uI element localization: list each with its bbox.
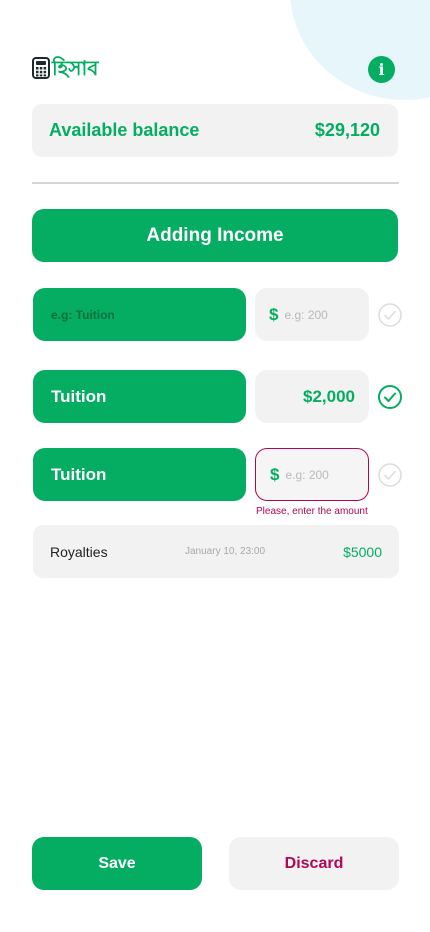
dollar-sign-icon: $ bbox=[269, 304, 279, 324]
income-entry-row[interactable]: Royalties January 10, 23:00 $5000 bbox=[33, 525, 399, 578]
amount-placeholder: e.g: 200 bbox=[285, 467, 329, 482]
entry-name: Royalties bbox=[50, 543, 108, 560]
dollar-sign-icon: $ bbox=[270, 464, 280, 484]
balance-card: Available balance $29,120 bbox=[32, 104, 398, 157]
balance-amount: $29,120 bbox=[314, 120, 380, 140]
amount-placeholder: e.g: 200 bbox=[284, 307, 328, 322]
income-name-field[interactable]: Tuition bbox=[33, 448, 246, 501]
income-screen: হিসাব i Available balance $29,120 Adding… bbox=[0, 0, 430, 932]
info-icon: i bbox=[378, 60, 385, 79]
info-button[interactable]: i bbox=[368, 56, 395, 83]
app-logo: হিসাব bbox=[32, 56, 98, 80]
income-amount-input-error[interactable]: $ e.g: 200 bbox=[255, 448, 369, 501]
save-button[interactable]: Save bbox=[32, 837, 202, 890]
income-name-field[interactable]: Tuition bbox=[33, 370, 246, 423]
decorative-corner-blob bbox=[290, 0, 430, 100]
balance-label: Available balance bbox=[49, 120, 200, 140]
check-circle-icon[interactable] bbox=[378, 385, 402, 409]
check-circle-icon[interactable] bbox=[378, 303, 402, 327]
calculator-icon bbox=[32, 57, 50, 79]
amount-error-message: Please, enter the amount bbox=[256, 506, 368, 517]
entry-date: January 10, 23:00 bbox=[185, 546, 266, 557]
divider bbox=[32, 182, 399, 184]
check-circle-icon[interactable] bbox=[378, 463, 402, 487]
income-amount-input[interactable]: $ e.g: 200 bbox=[255, 288, 369, 341]
adding-income-button[interactable]: Adding Income bbox=[32, 209, 398, 262]
income-name-input[interactable]: e.g: Tuition bbox=[33, 288, 246, 341]
entry-amount: $5000 bbox=[343, 543, 382, 560]
app-logo-text: হিসাব bbox=[52, 56, 99, 80]
income-amount-field[interactable]: $2,000 bbox=[255, 370, 369, 423]
discard-button[interactable]: Discard bbox=[229, 837, 399, 890]
